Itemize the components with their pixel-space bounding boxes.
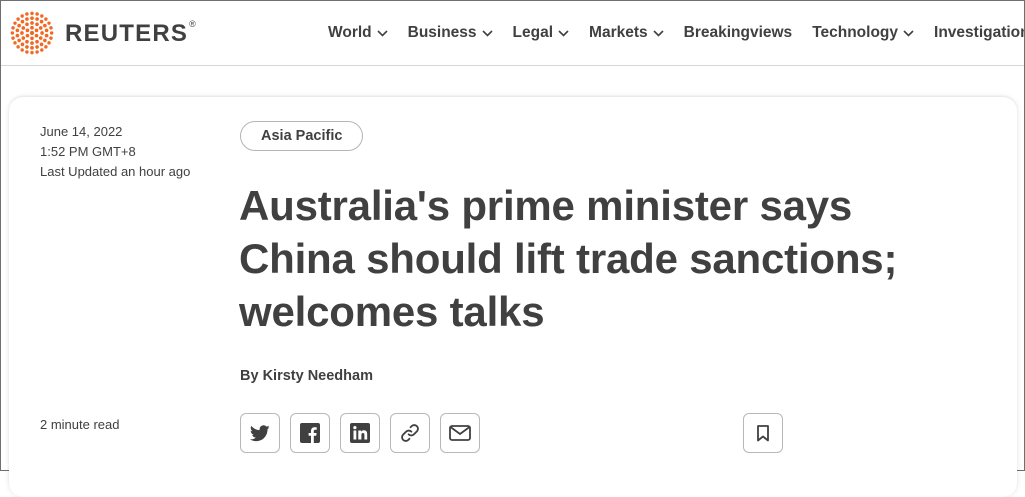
byline-prefix: By — [240, 368, 259, 384]
nav-item-label: Legal — [512, 24, 554, 41]
nav-item-label: Investigations — [934, 24, 1024, 41]
nav-item-business[interactable]: Business — [408, 24, 493, 42]
nav-item-label: World — [328, 24, 372, 41]
section-tag-label: Asia Pacific — [261, 128, 343, 144]
author-link[interactable]: Kirsty Needham — [263, 368, 373, 384]
chevron-down-icon — [903, 24, 914, 42]
chevron-down-icon — [377, 24, 388, 42]
share-email-button[interactable] — [440, 413, 480, 453]
twitter-icon — [250, 424, 270, 442]
chevron-down-icon — [653, 24, 664, 42]
share-linkedin-button[interactable] — [340, 413, 380, 453]
article-meta: June 14, 2022 1:52 PM GMT+8 Last Updated… — [40, 122, 190, 182]
chevron-down-icon — [481, 24, 493, 42]
copy-link-button[interactable] — [390, 413, 430, 453]
nav-item-label: Business — [407, 24, 477, 41]
reuters-logo[interactable]: REUTERS® — [9, 9, 196, 57]
nav-item-markets[interactable]: Markets — [589, 24, 664, 42]
chevron-down-icon — [558, 24, 569, 42]
publish-date: June 14, 2022 — [40, 124, 123, 139]
nav-item-label: Markets — [589, 24, 648, 41]
nav-item-investigations[interactable]: Investigations — [934, 24, 1024, 42]
email-icon — [449, 425, 471, 441]
nav-item-technology[interactable]: Technology — [812, 24, 914, 42]
section-tag-asia-pacific[interactable]: Asia Pacific — [240, 121, 364, 151]
linkedin-icon — [350, 423, 370, 443]
nav-item-world[interactable]: World — [328, 24, 388, 42]
share-facebook-button[interactable] — [290, 413, 330, 453]
share-twitter-button[interactable] — [240, 413, 280, 453]
article-headline: Australia's prime minister says China sh… — [239, 182, 898, 335]
facebook-icon — [300, 423, 320, 443]
byline: By Kirsty Needham — [240, 368, 373, 384]
bookmark-button[interactable] — [743, 413, 783, 453]
read-time: 2 minute read — [40, 417, 120, 432]
main-nav: World Business Legal Markets Breakingvie… — [328, 1, 1024, 65]
reuters-logo-icon — [9, 10, 55, 56]
publish-time: 1:52 PM GMT+8 — [40, 144, 136, 159]
nav-item-label: Breakingviews — [683, 24, 793, 41]
reuters-wordmark: REUTERS® — [65, 19, 196, 47]
bookmark-icon — [757, 424, 769, 442]
nav-item-label: Technology — [812, 24, 899, 41]
nav-item-breakingviews[interactable]: Breakingviews — [684, 24, 793, 42]
link-icon — [399, 422, 421, 444]
last-updated: Last Updated an hour ago — [40, 164, 191, 179]
site-header: REUTERS® World Business Legal Markets Br… — [1, 1, 1024, 66]
nav-item-legal[interactable]: Legal — [513, 24, 569, 42]
